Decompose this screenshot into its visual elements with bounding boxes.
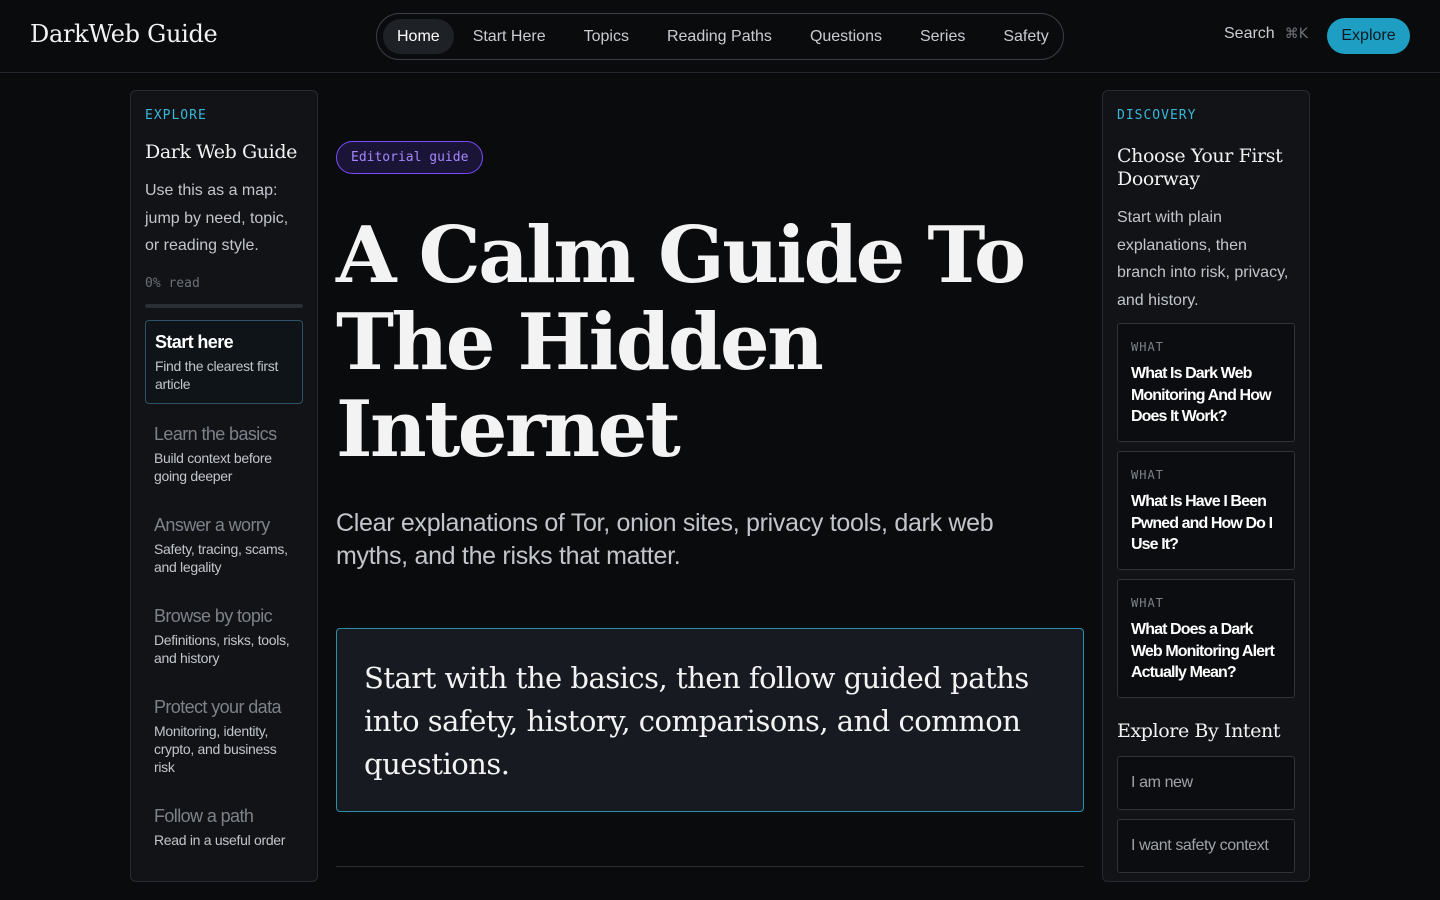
- nav-series[interactable]: Series: [901, 19, 984, 54]
- editorial-chip: Editorial guide: [336, 141, 484, 174]
- path-title: Start here: [155, 331, 234, 352]
- path-title: Learn the basics: [154, 423, 277, 444]
- path-item-start-here[interactable]: Start here Find the clearest first artic…: [145, 319, 303, 404]
- left-description: Use this as a map: jump by need, topic, …: [145, 182, 289, 254]
- card-title: What Is Dark Web Monitoring And How Does…: [1131, 365, 1272, 425]
- path-item-browse-topic[interactable]: Browse by topic Definitions, risks, tool…: [145, 595, 303, 677]
- reading-progress-text: 0% read: [145, 275, 200, 291]
- section-divider: [336, 866, 1084, 867]
- intent-option-new[interactable]: I am new: [1117, 756, 1295, 810]
- card-kicker: WHAT: [1131, 468, 1164, 482]
- callout-text: Start with the basics, then follow guide…: [364, 661, 1029, 781]
- right-description: Start with plain explanations, then bran…: [1117, 209, 1289, 309]
- path-list: Start here Find the clearest first artic…: [145, 319, 303, 859]
- nav-topics[interactable]: Topics: [565, 19, 648, 54]
- hero-title: A Calm Guide To The Hidden Internet: [336, 210, 1026, 475]
- card-kicker: WHAT: [1131, 340, 1164, 354]
- path-title: Follow a path: [154, 805, 254, 826]
- discovery-card[interactable]: WHAT What Is Dark Web Monitoring And How…: [1117, 323, 1295, 442]
- right-sidebar: DISCOVERY Choose Your First Doorway Star…: [1102, 90, 1310, 882]
- path-item-protect-data[interactable]: Protect your data Monitoring, identity, …: [145, 686, 303, 786]
- path-item-answer-worry[interactable]: Answer a worry Safety, tracing, scams, a…: [145, 504, 303, 586]
- search-label: Search: [1224, 25, 1275, 42]
- brand-logo[interactable]: DarkWeb Guide: [30, 20, 218, 48]
- right-eyebrow: DISCOVERY: [1117, 108, 1197, 123]
- intent-option-safety[interactable]: I want safety context: [1117, 819, 1295, 873]
- path-title: Browse by topic: [154, 605, 273, 626]
- right-title: Choose Your First Doorway: [1117, 145, 1283, 190]
- path-subtitle: Find the clearest first article: [155, 357, 279, 392]
- intent-heading: Explore By Intent: [1117, 720, 1281, 742]
- search-shortcut: ⌘K: [1284, 26, 1308, 42]
- path-subtitle: Monitoring, identity, crypto, and busine…: [154, 722, 277, 775]
- nav-reading-paths[interactable]: Reading Paths: [648, 19, 791, 54]
- path-title: Answer a worry: [154, 514, 270, 535]
- path-subtitle: Safety, tracing, scams, and legality: [154, 540, 288, 575]
- nav-home[interactable]: Home: [383, 19, 454, 54]
- intro-callout: Start with the basics, then follow guide…: [336, 628, 1084, 812]
- top-header: DarkWeb Guide Home Start Here Topics Rea…: [0, 0, 1440, 73]
- nav-safety[interactable]: Safety: [984, 19, 1067, 54]
- card-title: What Is Have I Been Pwned and How Do I U…: [1131, 493, 1273, 553]
- discovery-card[interactable]: WHAT What Is Have I Been Pwned and How D…: [1117, 451, 1295, 570]
- path-subtitle: Definitions, risks, tools, and history: [154, 631, 290, 666]
- card-title: What Does a Dark Web Monitoring Alert Ac…: [1131, 621, 1275, 681]
- card-kicker: WHAT: [1131, 596, 1164, 610]
- left-sidebar: EXPLORE Dark Web Guide Use this as a map…: [130, 90, 318, 882]
- path-item-learn-basics[interactable]: Learn the basics Build context before go…: [145, 413, 303, 495]
- left-title: Dark Web Guide: [145, 141, 297, 163]
- path-item-follow-path[interactable]: Follow a path Read in a useful order: [145, 795, 303, 859]
- path-subtitle: Read in a useful order: [154, 831, 286, 848]
- path-title: Protect your data: [154, 696, 281, 717]
- search-button[interactable]: Search ⌘K: [1224, 25, 1308, 43]
- hero-subtitle: Clear explanations of Tor, onion sites, …: [336, 509, 994, 570]
- main-nav: Home Start Here Topics Reading Paths Que…: [376, 13, 1064, 60]
- nav-questions[interactable]: Questions: [791, 19, 901, 54]
- nav-start-here[interactable]: Start Here: [454, 19, 565, 54]
- path-subtitle: Build context before going deeper: [154, 449, 272, 484]
- left-eyebrow: EXPLORE: [145, 108, 207, 123]
- explore-button[interactable]: Explore: [1327, 18, 1410, 54]
- reading-progress-bar: [145, 303, 303, 308]
- main-content: Editorial guide A Calm Guide To The Hidd…: [336, 141, 1084, 867]
- discovery-card[interactable]: WHAT What Does a Dark Web Monitoring Ale…: [1117, 579, 1295, 698]
